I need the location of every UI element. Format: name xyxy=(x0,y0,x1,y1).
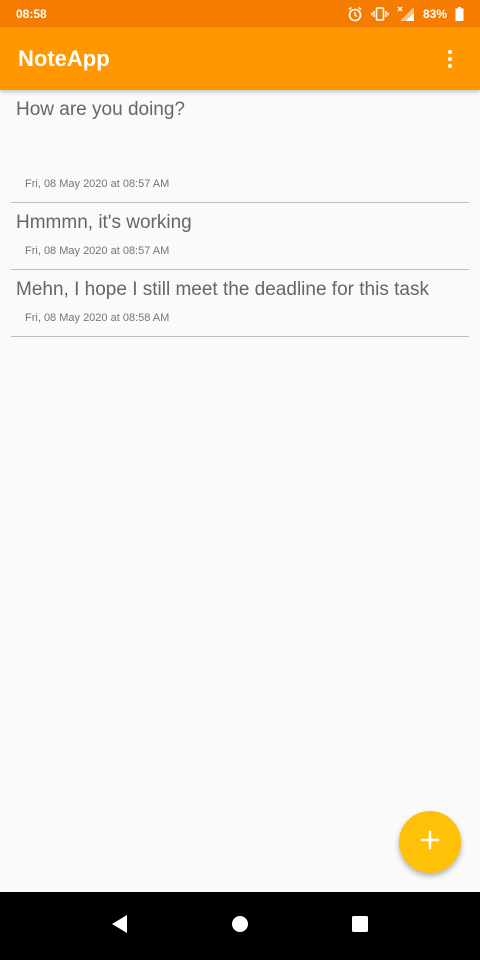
more-vert-icon[interactable] xyxy=(438,39,462,79)
app-title: NoteApp xyxy=(18,45,110,71)
battery-percent: 83% xyxy=(422,6,447,21)
recents-button[interactable] xyxy=(340,906,380,946)
back-button[interactable] xyxy=(100,906,140,946)
note-title: How are you doing? xyxy=(16,99,185,120)
note-date: Fri, 08 May 2020 at 08:57 AM xyxy=(25,178,170,190)
note-date: Fri, 08 May 2020 at 08:57 AM xyxy=(25,245,170,257)
alarm-icon xyxy=(347,6,363,22)
note-item[interactable]: Hmmmn, it's working Fri, 08 May 2020 at … xyxy=(11,203,469,270)
recents-icon xyxy=(351,915,369,938)
signal-icon xyxy=(397,6,415,22)
add-icon xyxy=(420,830,440,855)
navigation-bar xyxy=(0,892,480,960)
battery-icon xyxy=(455,6,464,21)
home-icon xyxy=(231,915,249,938)
status-bar: 08:58 83% xyxy=(0,0,480,27)
note-date: Fri, 08 May 2020 at 08:58 AM xyxy=(25,312,170,324)
home-button[interactable] xyxy=(220,906,260,946)
note-item[interactable]: How are you doing? Fri, 08 May 2020 at 0… xyxy=(11,90,469,203)
note-list: How are you doing? Fri, 08 May 2020 at 0… xyxy=(11,90,469,337)
status-time: 08:58 xyxy=(16,6,47,21)
menu-dot xyxy=(448,49,452,54)
note-title: Mehn, I hope I still meet the deadline f… xyxy=(16,279,429,300)
note-item[interactable]: Mehn, I hope I still meet the deadline f… xyxy=(11,270,469,337)
app-bar: NoteApp xyxy=(0,27,480,90)
menu-dot xyxy=(448,63,452,68)
note-title: Hmmmn, it's working xyxy=(16,212,192,233)
back-icon xyxy=(111,914,129,939)
vibrate-icon xyxy=(371,6,389,22)
status-icons: 83% xyxy=(347,6,464,22)
add-note-button[interactable] xyxy=(399,811,461,873)
menu-dot xyxy=(448,56,452,61)
